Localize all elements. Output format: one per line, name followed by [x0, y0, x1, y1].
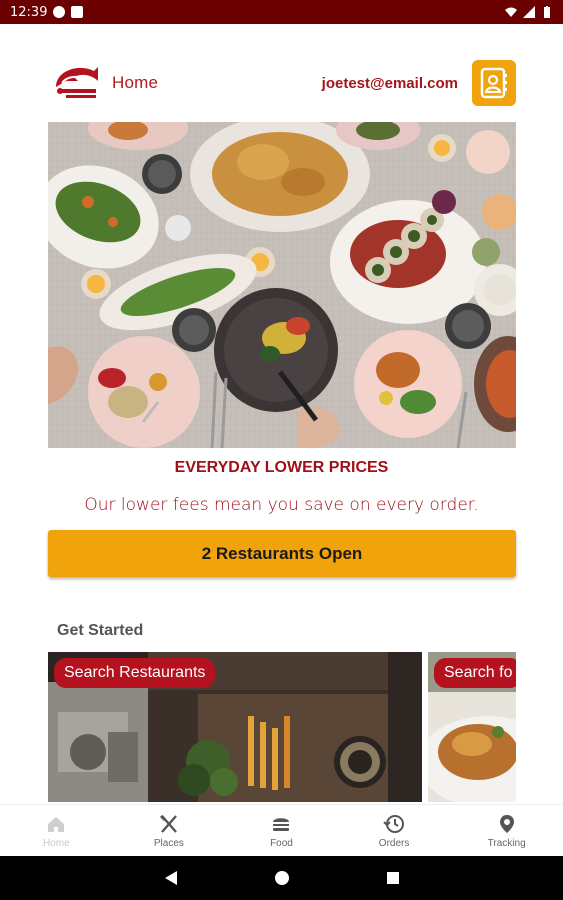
search-restaurants-card[interactable]: Search Restaurants: [48, 652, 422, 802]
nav-food[interactable]: Food: [225, 805, 338, 856]
nav-places-label: Places: [153, 837, 184, 849]
notification-icon: [53, 6, 66, 18]
burger-icon: [273, 817, 290, 831]
signal-icon: [523, 6, 535, 18]
search-food-card[interactable]: Search fo: [428, 652, 516, 802]
recents-icon[interactable]: [385, 870, 401, 886]
status-time: 12:39: [10, 4, 48, 20]
home-title: Home: [112, 73, 159, 92]
nav-food-label: Food: [270, 837, 293, 849]
utensils-icon: [159, 814, 177, 833]
wifi-icon: [505, 7, 517, 17]
history-icon: [383, 814, 405, 833]
contact-book-icon: [480, 67, 507, 99]
hero-food-image: [48, 122, 516, 448]
app-header: Home joetest@email.com: [48, 58, 516, 108]
search-restaurants-label[interactable]: Search Restaurants: [54, 658, 216, 688]
system-navigation-bar: [0, 856, 563, 900]
nav-tracking-label: Tracking: [487, 837, 526, 849]
battery-icon: [544, 6, 550, 18]
promo-title: EVERYDAY LOWER PRICES: [174, 459, 389, 476]
speedy-logo-icon[interactable]: [48, 61, 104, 105]
sd-card-icon: [71, 6, 84, 18]
promo-subtitle: Our lower fees mean you save on every or…: [84, 495, 479, 515]
nav-orders[interactable]: Orders: [338, 805, 451, 856]
status-bar: 12:39: [0, 0, 563, 24]
contacts-button[interactable]: [472, 60, 516, 106]
back-icon[interactable]: [163, 870, 179, 886]
nav-home-label: Home: [42, 837, 70, 849]
location-pin-icon: [499, 814, 514, 833]
user-email[interactable]: joetest@email.com: [322, 75, 458, 92]
nav-orders-label: Orders: [378, 837, 410, 849]
nav-tracking[interactable]: Tracking: [450, 805, 563, 856]
search-food-label[interactable]: Search fo: [434, 658, 516, 688]
get-started-carousel[interactable]: Search Restaurants Search fo: [48, 652, 516, 802]
home-button-icon[interactable]: [274, 870, 290, 886]
bottom-navigation: Home Places Food Orders Tracking: [0, 804, 563, 856]
home-icon: [48, 816, 65, 832]
get-started-title: Get Started: [57, 622, 144, 639]
restaurants-open-button[interactable]: 2 Restaurants Open: [48, 530, 516, 577]
nav-home[interactable]: Home: [0, 805, 113, 856]
nav-places[interactable]: Places: [113, 805, 226, 856]
